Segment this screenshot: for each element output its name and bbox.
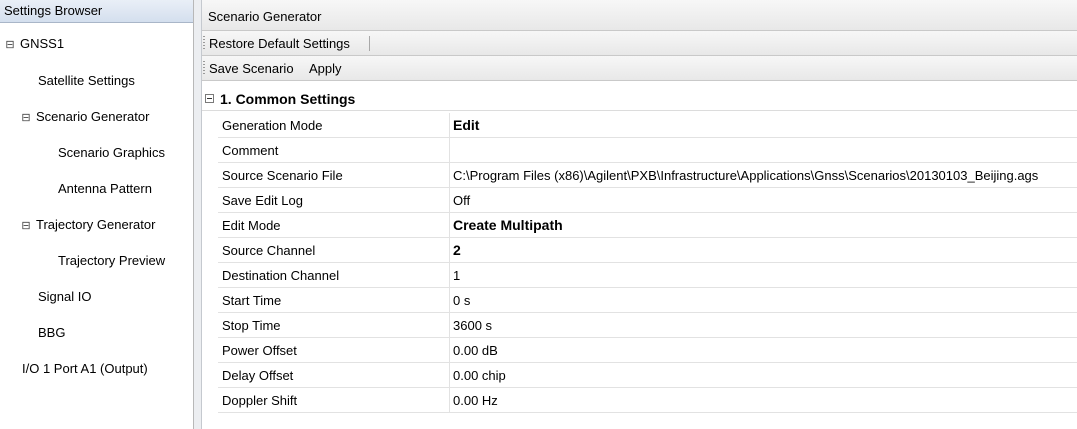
property-name: Save Edit Log bbox=[222, 188, 450, 213]
row-margin bbox=[202, 363, 218, 388]
save-scenario-button[interactable]: Save Scenario bbox=[209, 56, 294, 81]
property-row[interactable]: Doppler Shift 0.00 Hz bbox=[202, 388, 1077, 413]
settings-browser-title: Settings Browser bbox=[0, 0, 193, 23]
property-value[interactable]: 2 bbox=[453, 238, 461, 263]
property-value[interactable]: 0 s bbox=[453, 288, 470, 313]
property-row[interactable]: Save Edit Log Off bbox=[202, 188, 1077, 213]
property-name: Start Time bbox=[222, 288, 450, 313]
property-row[interactable]: Power Offset 0.00 dB bbox=[202, 338, 1077, 363]
tree-item[interactable]: Signal IO bbox=[38, 287, 91, 307]
property-value[interactable]: 3600 s bbox=[453, 313, 492, 338]
collapse-icon[interactable] bbox=[205, 94, 214, 103]
property-name: Source Scenario File bbox=[222, 163, 450, 188]
tree-item[interactable]: Satellite Settings bbox=[38, 71, 135, 91]
tree-item-label: Scenario Generator bbox=[36, 109, 150, 124]
property-name: Doppler Shift bbox=[222, 388, 450, 413]
row-margin bbox=[202, 138, 218, 163]
apply-button[interactable]: Apply bbox=[309, 56, 342, 81]
tree-item-label: Scenario Graphics bbox=[58, 145, 165, 160]
toolbar-restore: Restore Default Settings bbox=[202, 31, 1077, 56]
property-name: Delay Offset bbox=[222, 363, 450, 388]
tree-item[interactable]: I/O 1 Port A1 (Output) bbox=[22, 359, 148, 379]
property-value[interactable]: C:\Program Files (x86)\Agilent\PXB\Infra… bbox=[453, 163, 1038, 188]
property-name: Edit Mode bbox=[222, 213, 450, 238]
property-value[interactable]: 0.00 dB bbox=[453, 338, 498, 363]
scenario-generator-panel: Scenario Generator Restore Default Setti… bbox=[202, 0, 1077, 429]
property-value[interactable]: 0.00 Hz bbox=[453, 388, 498, 413]
property-row[interactable]: Source Channel 2 bbox=[202, 238, 1077, 263]
property-group-title: 1. Common Settings bbox=[220, 91, 356, 107]
property-group-header[interactable]: 1. Common Settings bbox=[202, 88, 1077, 111]
row-margin bbox=[202, 288, 218, 313]
tree-item-label: GNSS1 bbox=[20, 36, 65, 51]
tree-collapse-icon[interactable]: ⊟ bbox=[20, 216, 32, 236]
tree-item-label: BBG bbox=[38, 325, 66, 340]
row-margin bbox=[202, 238, 218, 263]
tree-item-label: Trajectory Generator bbox=[36, 217, 156, 232]
row-margin bbox=[202, 388, 218, 413]
property-name: Comment bbox=[222, 138, 450, 163]
property-row[interactable]: Start Time 0 s bbox=[202, 288, 1077, 313]
property-name: Stop Time bbox=[222, 313, 450, 338]
tree-item-label: I/O 1 Port A1 (Output) bbox=[22, 361, 148, 376]
restore-defaults-button[interactable]: Restore Default Settings bbox=[209, 31, 350, 56]
property-row[interactable]: Delay Offset 0.00 chip bbox=[202, 363, 1077, 388]
row-margin bbox=[202, 113, 218, 138]
settings-tree: ⊟ GNSS1 Satellite Settings ⊟ Scenario Genera… bbox=[0, 22, 193, 422]
property-name: Power Offset bbox=[222, 338, 450, 363]
property-row[interactable]: Comment bbox=[202, 138, 1077, 163]
toolbar-separator bbox=[369, 36, 370, 51]
row-margin bbox=[202, 213, 218, 238]
property-value[interactable]: 1 bbox=[453, 263, 460, 288]
tree-collapse-icon[interactable]: ⊟ bbox=[4, 35, 16, 55]
tree-item[interactable]: BBG bbox=[38, 323, 65, 343]
row-margin bbox=[202, 313, 218, 338]
property-row[interactable]: Generation Mode Edit bbox=[202, 113, 1077, 138]
tree-item-label: Trajectory Preview bbox=[58, 253, 166, 268]
toolbar-grip-icon[interactable] bbox=[203, 61, 205, 76]
property-value[interactable]: 0.00 chip bbox=[453, 363, 506, 388]
tree-item-label: Satellite Settings bbox=[38, 73, 135, 88]
tree-item[interactable]: ⊟ Trajectory Generator bbox=[20, 215, 155, 235]
row-margin bbox=[202, 188, 218, 213]
property-row[interactable]: Destination Channel 1 bbox=[202, 263, 1077, 288]
property-name: Generation Mode bbox=[222, 113, 450, 138]
tree-item[interactable]: ⊟ GNSS1 bbox=[4, 34, 64, 54]
tree-item[interactable]: Scenario Graphics bbox=[58, 143, 165, 163]
property-row[interactable]: Source Scenario File C:\Program Files (x8… bbox=[202, 163, 1077, 188]
property-value[interactable]: Edit bbox=[453, 113, 479, 138]
settings-browser: Settings Browser ⊟ GNSS1 Satellite Setting… bbox=[0, 0, 194, 429]
tree-item[interactable]: ⊟ Scenario Generator bbox=[20, 107, 149, 127]
panel-splitter[interactable] bbox=[194, 0, 202, 429]
property-row[interactable]: Edit Mode Create Multipath bbox=[202, 213, 1077, 238]
tree-item-label: Antenna Pattern bbox=[58, 181, 152, 196]
tree-collapse-icon[interactable]: ⊟ bbox=[20, 108, 32, 128]
property-name: Destination Channel bbox=[222, 263, 450, 288]
property-name: Source Channel bbox=[222, 238, 450, 263]
tree-item[interactable]: Antenna Pattern bbox=[58, 179, 152, 199]
tree-item-label: Signal IO bbox=[38, 289, 92, 304]
row-margin bbox=[202, 338, 218, 363]
row-margin bbox=[202, 163, 218, 188]
property-value[interactable]: Create Multipath bbox=[453, 213, 563, 238]
toolbar-save: Save Scenario Apply bbox=[202, 56, 1077, 81]
property-row[interactable]: Stop Time 3600 s bbox=[202, 313, 1077, 338]
row-margin bbox=[202, 263, 218, 288]
tree-item[interactable]: Trajectory Preview bbox=[58, 251, 165, 271]
toolbar-grip-icon[interactable] bbox=[203, 36, 205, 51]
panel-title: Scenario Generator bbox=[208, 9, 322, 24]
property-value[interactable]: Off bbox=[453, 188, 470, 213]
panel-header: Scenario Generator bbox=[202, 0, 1077, 31]
